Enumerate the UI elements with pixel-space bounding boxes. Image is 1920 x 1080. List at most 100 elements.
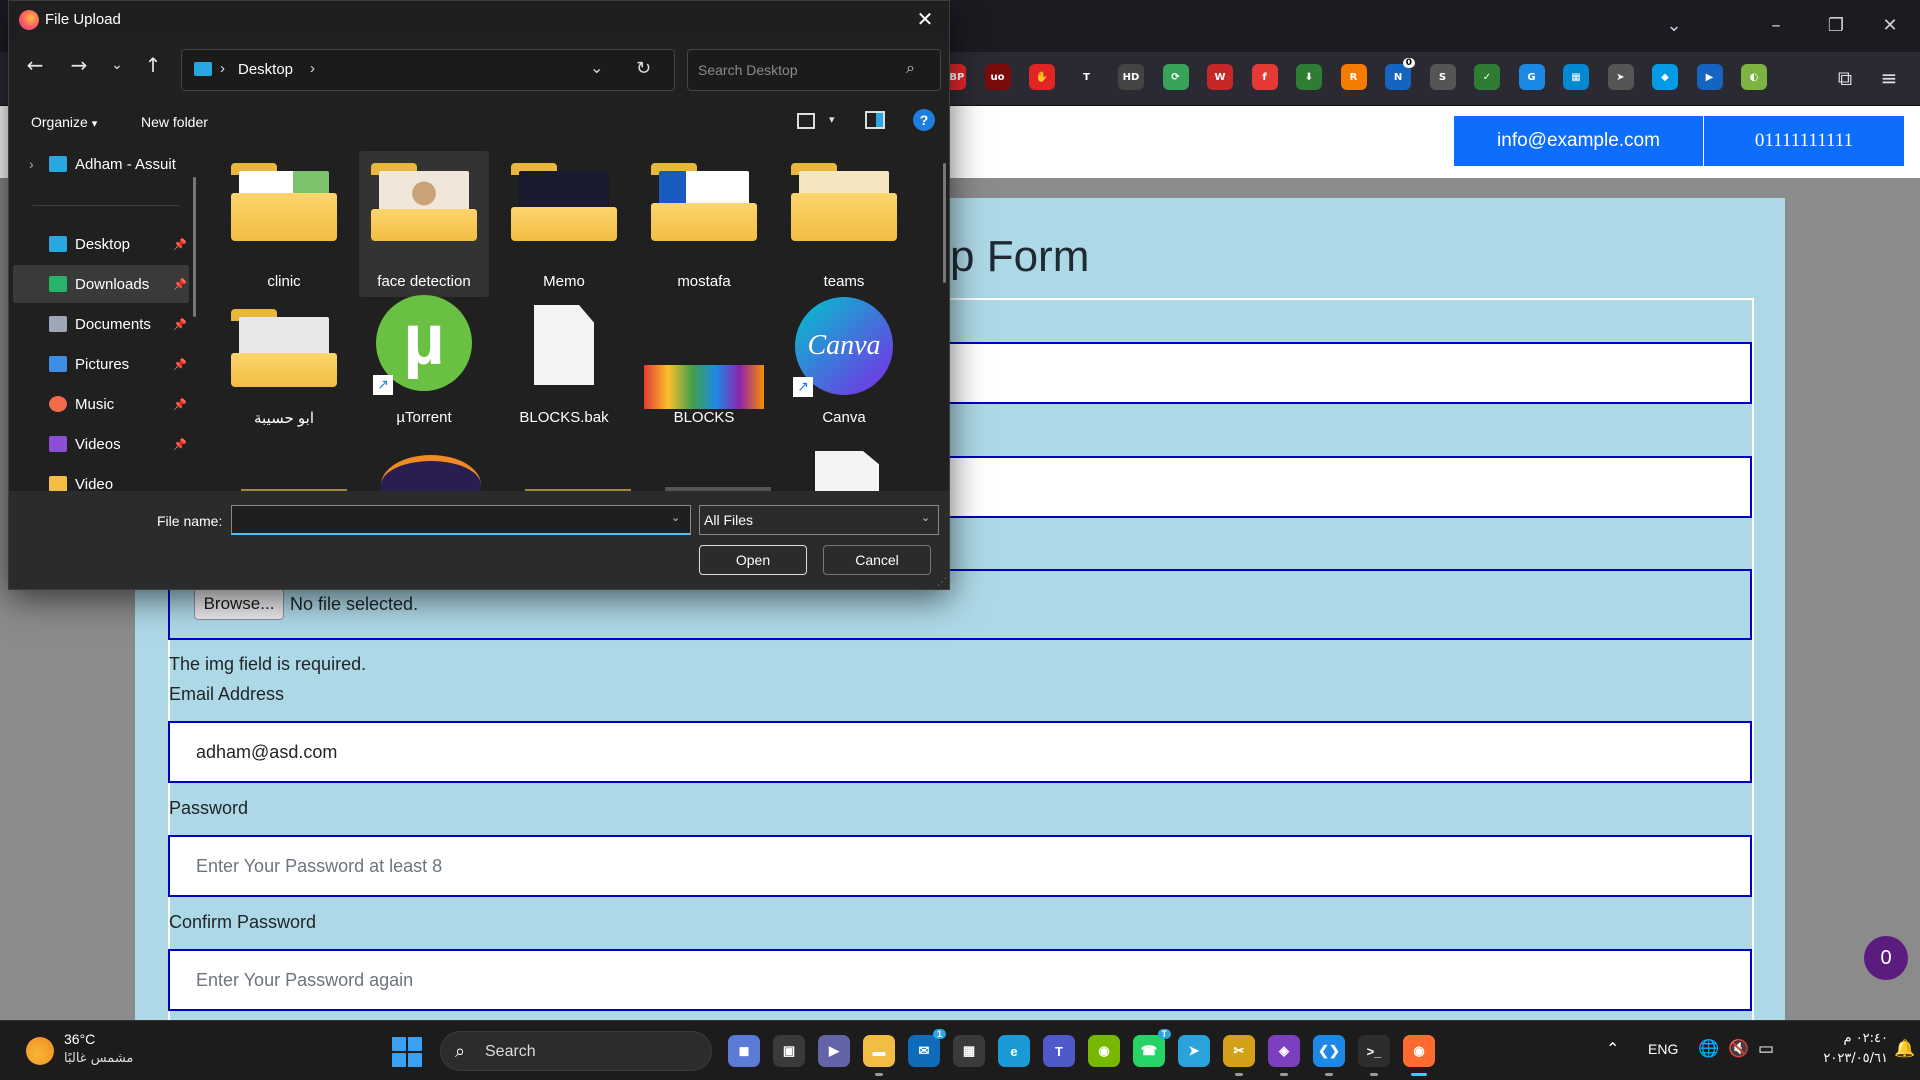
clock-time[interactable]: ٠٢:٤٠ م xyxy=(1800,1031,1889,1046)
sidebar-scrollbar[interactable] xyxy=(193,177,196,317)
expand-chevron-icon[interactable]: › xyxy=(29,156,34,172)
edge-app[interactable]: e xyxy=(998,1035,1030,1067)
sidebar-item-videos[interactable]: Videos 📌 xyxy=(13,425,189,463)
download-green-icon[interactable]: ⬇ xyxy=(1296,64,1322,90)
weather-temperature[interactable]: 36°C xyxy=(64,1031,95,1047)
contact-phone[interactable]: 01111111111 xyxy=(1704,116,1904,166)
ublock-icon[interactable]: uo xyxy=(984,64,1011,90)
translate-icon[interactable]: G xyxy=(1518,64,1545,90)
folder-item[interactable]: Memo xyxy=(499,151,629,297)
new-folder-button[interactable]: New folder xyxy=(141,114,208,130)
taskbar-search[interactable]: ⌕ Search xyxy=(440,1031,712,1071)
spy-icon[interactable]: S xyxy=(1429,64,1456,90)
notes-icon[interactable]: N0 xyxy=(1385,58,1415,90)
snip-app[interactable]: ✂ xyxy=(1223,1035,1255,1067)
color-picker-icon[interactable]: ◐ xyxy=(1741,64,1767,90)
tray-overflow-chevron-icon[interactable]: ⌃ xyxy=(1606,1039,1619,1058)
chat-count-bubble[interactable]: 0 xyxy=(1864,936,1908,980)
browse-button[interactable]: Browse... xyxy=(194,588,284,620)
open-button[interactable]: Open xyxy=(699,545,807,575)
folder-item[interactable]: mostafa xyxy=(639,151,769,297)
file-type-dropdown-icon[interactable]: ⌄ xyxy=(921,511,930,524)
restore-icon[interactable]: ❐ xyxy=(1818,10,1854,42)
organize-button[interactable]: Organize ▾ xyxy=(31,114,97,130)
tab-list-chevron-icon[interactable]: ⌄ xyxy=(1656,10,1692,42)
view-dropdown-icon[interactable]: ▾ xyxy=(829,113,835,126)
folder-item[interactable]: face detection xyxy=(359,151,489,297)
play-icon[interactable]: ▶ xyxy=(1696,64,1723,90)
preview-pane-icon[interactable] xyxy=(865,111,885,129)
shortcut-item[interactable]: µ ↗ µTorrent xyxy=(359,295,489,445)
shortcut-item[interactable]: Canva ↗ Canva xyxy=(779,297,909,445)
rss-icon[interactable]: R xyxy=(1340,64,1367,90)
mail-app[interactable]: ✉ 1 xyxy=(908,1029,946,1067)
nvidia-app[interactable]: ◉ xyxy=(1088,1035,1120,1067)
search-icon[interactable]: ⌕ xyxy=(906,58,915,78)
teams-app[interactable]: T xyxy=(1043,1035,1075,1067)
close-window-icon[interactable]: ✕ xyxy=(1872,10,1908,42)
sidebar-item-documents[interactable]: Documents 📌 xyxy=(13,305,189,343)
telegram-app[interactable]: ➤ xyxy=(1178,1035,1210,1067)
shield-red-icon[interactable]: W xyxy=(1207,64,1233,90)
folder-item[interactable]: clinic xyxy=(219,151,349,297)
folder-item[interactable]: ابو حسيبة xyxy=(219,299,349,445)
address-dropdown-icon[interactable]: ⌄ xyxy=(590,58,603,77)
dialog-close-icon[interactable]: ✕ xyxy=(911,7,939,33)
hamburger-menu-icon[interactable]: ≡ xyxy=(1876,66,1902,92)
network-globe-icon[interactable]: 🌐 xyxy=(1698,1039,1719,1059)
sidebar-item-downloads[interactable]: Downloads 📌 xyxy=(13,265,189,303)
password-field[interactable]: Enter Your Password at least 8 xyxy=(168,835,1752,897)
diamond-icon[interactable]: ◆ xyxy=(1652,64,1678,90)
stop-hand-icon[interactable]: ✋ xyxy=(1029,64,1055,90)
view-mode-icon[interactable] xyxy=(797,113,815,129)
sidebar-item-pictures[interactable]: Pictures 📌 xyxy=(13,345,189,383)
email-field[interactable]: adham@asd.com xyxy=(168,721,1752,783)
search-desktop-input[interactable]: Search Desktop ⌕ xyxy=(687,49,941,91)
address-separator[interactable]: › xyxy=(220,60,225,77)
visual-studio-app[interactable]: ◈ xyxy=(1268,1035,1300,1067)
sidebar-item-onedrive[interactable]: › Adham - Assuit xyxy=(13,145,189,183)
volume-muted-icon[interactable]: 🔇 xyxy=(1728,1039,1749,1059)
grid-icon[interactable]: ▦ xyxy=(1563,64,1589,90)
store-app[interactable]: ▦ xyxy=(953,1035,985,1067)
whatsapp-app[interactable]: ☎ T xyxy=(1133,1029,1171,1067)
resize-grip-icon[interactable]: ⋰ xyxy=(937,577,947,588)
extensions-puzzle-icon[interactable]: ⧉ xyxy=(1832,66,1858,92)
file-list-scrollbar[interactable] xyxy=(943,163,946,283)
file-explorer-app[interactable]: ▬ xyxy=(863,1035,895,1067)
hd-icon[interactable]: HD xyxy=(1118,64,1144,90)
minimize-icon[interactable]: – xyxy=(1758,10,1794,42)
task-view-app[interactable]: ▣ xyxy=(773,1035,805,1067)
sidebar-item-music[interactable]: Music 📌 xyxy=(13,385,189,423)
battery-icon[interactable]: ▭ xyxy=(1758,1039,1774,1059)
file-name-input[interactable] xyxy=(231,505,691,535)
up-arrow-icon[interactable]: ↑ xyxy=(139,51,167,79)
refresh-green-icon[interactable]: ⟳ xyxy=(1162,64,1189,90)
notifications-bell-icon[interactable]: 🔔 xyxy=(1894,1039,1915,1059)
vscode-app[interactable]: ❮❯ xyxy=(1313,1035,1345,1067)
clock-date[interactable]: ٢٠٢٣/٠٥/٦١ xyxy=(1790,1051,1888,1066)
address-bar[interactable]: › Desktop › ⌄ ↻ xyxy=(181,49,675,91)
address-separator[interactable]: › xyxy=(310,60,315,77)
address-location[interactable]: Desktop xyxy=(238,61,293,78)
file-name-dropdown-icon[interactable]: ⌄ xyxy=(671,511,680,524)
refresh-icon[interactable]: ↻ xyxy=(636,58,651,79)
folder-item[interactable]: teams xyxy=(779,151,909,297)
organize-label[interactable]: Organize xyxy=(31,114,88,130)
weather-sun-icon[interactable] xyxy=(26,1037,54,1065)
language-indicator[interactable]: ENG xyxy=(1648,1041,1678,1057)
firefox-app[interactable]: ◉ xyxy=(1403,1035,1435,1067)
start-button[interactable] xyxy=(392,1037,422,1067)
forward-arrow-icon[interactable]: → xyxy=(65,51,93,79)
cursor-icon[interactable]: ➤ xyxy=(1607,64,1634,90)
sidebar-item-video-folder[interactable]: Video xyxy=(13,465,189,491)
contact-email[interactable]: info@example.com xyxy=(1454,116,1704,166)
organize-dropdown-icon[interactable]: ▾ xyxy=(92,117,98,130)
confirm-password-field[interactable]: Enter Your Password again xyxy=(168,949,1752,1011)
file-type-select[interactable]: All Files xyxy=(699,505,939,535)
back-arrow-icon[interactable]: ← xyxy=(21,51,49,79)
widgets-app[interactable]: ◼ xyxy=(728,1035,760,1067)
t-icon[interactable]: T xyxy=(1073,64,1100,90)
weather-description[interactable]: مشمس غالبًا xyxy=(64,1051,133,1066)
cancel-button[interactable]: Cancel xyxy=(823,545,931,575)
